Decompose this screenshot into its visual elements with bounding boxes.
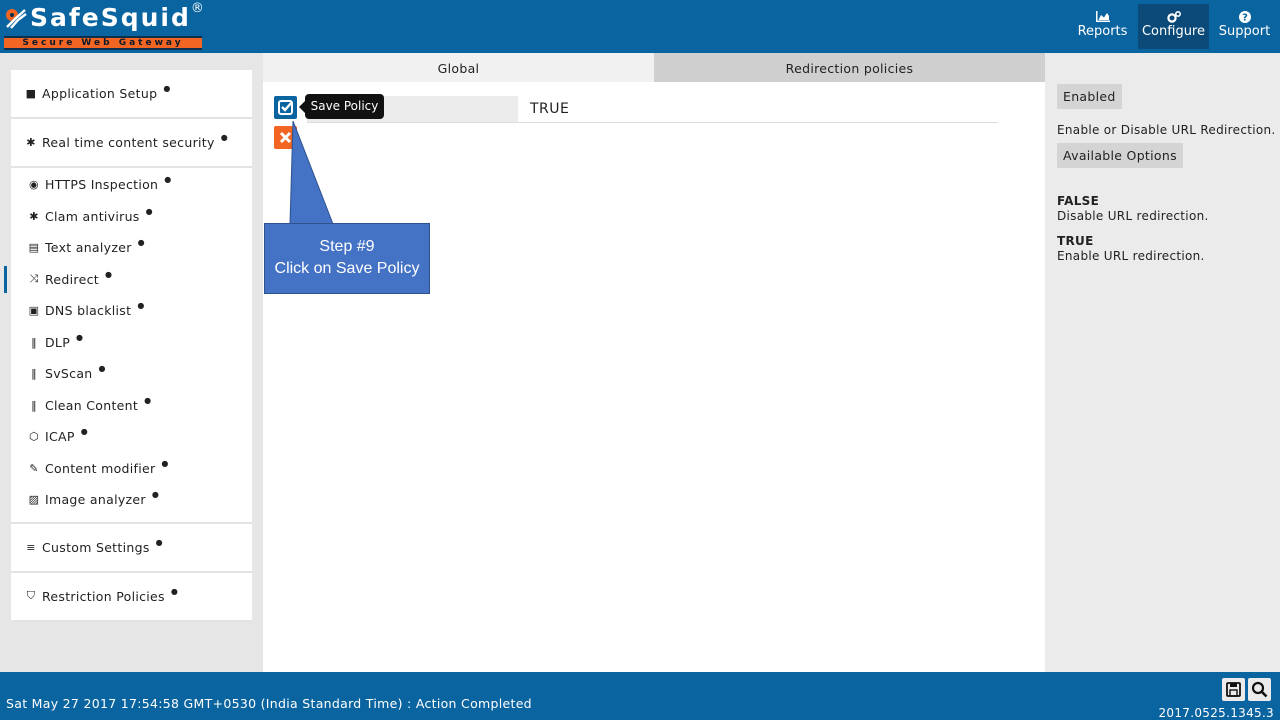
help-description: Enable or Disable URL Redirection. (1057, 123, 1276, 137)
save-config-button[interactable] (1222, 678, 1245, 701)
safesquid-logo[interactable]: SafeSquid® Secure Web Gateway (4, 1, 204, 50)
top-nav: Reports Configure ? Support (1067, 0, 1280, 53)
nav-configure-label: Configure (1141, 24, 1205, 39)
info-icon[interactable]: ● (146, 207, 153, 216)
nav-reports[interactable]: Reports (1067, 4, 1138, 49)
logo-text: SafeSquid® (30, 1, 204, 32)
sidebar-item-redirect[interactable]: ⤨ Redirect ● (4, 264, 252, 296)
callout-line2: Click on Save Policy (274, 260, 420, 277)
nav-configure[interactable]: Configure (1138, 4, 1209, 49)
sidebar-item-label: Clean Content (45, 397, 139, 413)
status-text: Sat May 27 2017 17:54:58 GMT+0530 (India… (6, 696, 532, 711)
sidebar-item-label: Application Setup (42, 86, 158, 101)
barcode-icon: ‖ (31, 398, 37, 412)
nav-support-label: Support (1218, 24, 1271, 39)
sidebar-item-realtime-content-security[interactable]: ✱ Real time content security ● (11, 119, 252, 166)
shuffle-icon: ⤨ (29, 272, 39, 286)
help-panel: Enabled Enable or Disable URL Redirectio… (1045, 53, 1280, 672)
status-bar: Sat May 27 2017 17:54:58 GMT+0530 (India… (0, 672, 1280, 720)
field-value[interactable]: TRUE (530, 101, 569, 117)
squid-logo-icon (6, 9, 27, 29)
option-true-key: TRUE (1057, 234, 1094, 248)
sidebar-item-label: Custom Settings (42, 539, 150, 555)
main-panel: Global Redirection policies TRUE Save Po… (263, 53, 1045, 672)
sidebar-item-clam-antivirus[interactable]: ✱ Clam antivirus ● (11, 201, 252, 233)
sidebar-item-dlp[interactable]: ‖ DLP ● (11, 327, 252, 359)
sliders-icon: ≡ (26, 540, 36, 554)
area-chart-icon (1067, 4, 1138, 22)
sidebar-item-application-setup[interactable]: ■ Application Setup ● (11, 70, 252, 117)
info-icon[interactable]: ● (76, 333, 83, 342)
nav-reports-label: Reports (1077, 24, 1128, 39)
sidebar-item-label: SvScan (45, 366, 93, 382)
image-icon: ▨ (28, 493, 40, 507)
barcode-icon: ‖ (31, 335, 37, 349)
sidebar-item-label: Text analyzer (45, 240, 132, 256)
bug-icon: ✱ (29, 209, 39, 223)
sidebar-item-clean-content[interactable]: ‖ Clean Content ● (11, 390, 252, 422)
step-callout: Step #9 Click on Save Policy (264, 223, 430, 294)
sidebar-item-label: ICAP (45, 429, 75, 445)
sidebar-item-label: Real time content security (42, 135, 215, 150)
svg-text:?: ? (1242, 13, 1248, 24)
field-name-badge: Enabled (1057, 84, 1122, 109)
info-icon[interactable]: ● (105, 270, 112, 279)
sidebar-item-restriction-policies[interactable]: ⛉ Restriction Policies ● (11, 573, 252, 620)
briefcase-icon: ■ (25, 87, 37, 100)
search-icon (1251, 681, 1268, 698)
info-icon[interactable]: ● (156, 538, 163, 547)
floppy-disk-icon (1226, 682, 1241, 697)
callout-line1: Step #9 (319, 238, 375, 255)
file-text-icon: ▤ (28, 241, 40, 255)
nav-support[interactable]: ? Support (1209, 4, 1280, 49)
info-icon[interactable]: ● (144, 396, 151, 405)
info-icon[interactable]: ● (171, 587, 178, 596)
edit-icon: ✎ (29, 461, 39, 475)
info-icon[interactable]: ● (81, 427, 88, 436)
info-icon[interactable]: ● (221, 133, 228, 142)
sidebar-item-text-analyzer[interactable]: ▤ Text analyzer ● (11, 232, 252, 264)
info-icon[interactable]: ● (138, 238, 145, 247)
sidebar-item-label: DLP (45, 334, 71, 350)
sidebar-item-label: DNS blacklist (45, 303, 132, 319)
logo-tagline: Secure Web Gateway (4, 36, 202, 50)
sidebar-item-dns-blacklist[interactable]: ▣ DNS blacklist ● (11, 295, 252, 327)
eye-icon: ◉ (29, 178, 39, 192)
available-options-badge: Available Options (1057, 143, 1183, 168)
sidebar-item-custom-settings[interactable]: ≡ Custom Settings ● (11, 524, 252, 571)
sidebar-item-https-inspection[interactable]: ◉ HTTPS Inspection ● (11, 169, 252, 201)
option-false-desc: Disable URL redirection. (1057, 209, 1209, 223)
dns-icon: ▣ (28, 304, 40, 318)
info-icon[interactable]: ● (137, 301, 144, 310)
info-icon[interactable]: ● (99, 364, 106, 373)
sidebar-item-label: Image analyzer (45, 492, 146, 508)
sidebar: ■ Application Setup ● ✱ Real time conten… (4, 70, 252, 622)
version-label: 2017.0525.1345.3 (1158, 706, 1274, 720)
shield-icon: ⛉ (26, 589, 36, 602)
question-circle-icon: ? (1209, 4, 1280, 24)
search-button[interactable] (1248, 678, 1271, 701)
sidebar-item-svscan[interactable]: ‖ SvScan ● (11, 358, 252, 390)
sidebar-item-label: Restriction Policies (42, 588, 165, 604)
sidebar-item-label: Content modifier (45, 460, 156, 476)
option-false-key: FALSE (1057, 194, 1100, 208)
hexagon-icon: ⬡ (29, 430, 39, 444)
info-icon[interactable]: ● (164, 175, 171, 184)
sidebar-item-label: HTTPS Inspection (45, 177, 159, 193)
info-icon[interactable]: ● (163, 84, 170, 93)
sidebar-item-label: Clam antivirus (45, 208, 140, 224)
gears-icon (1138, 4, 1209, 23)
bug-icon: ✱ (26, 136, 36, 149)
barcode-icon: ‖ (31, 367, 37, 381)
app-header: SafeSquid® Secure Web Gateway Reports Co… (0, 0, 1280, 53)
sidebar-item-image-analyzer[interactable]: ▨ Image analyzer ● (11, 484, 252, 516)
info-icon[interactable]: ● (161, 459, 168, 468)
info-icon[interactable]: ● (152, 490, 159, 499)
sidebar-item-label: Redirect (45, 271, 99, 287)
option-true-desc: Enable URL redirection. (1057, 249, 1205, 263)
tab-redirection-policies[interactable]: Redirection policies (654, 53, 1045, 82)
sidebar-item-content-modifier[interactable]: ✎ Content modifier ● (11, 453, 252, 485)
sidebar-item-icap[interactable]: ⬡ ICAP ● (11, 421, 252, 453)
